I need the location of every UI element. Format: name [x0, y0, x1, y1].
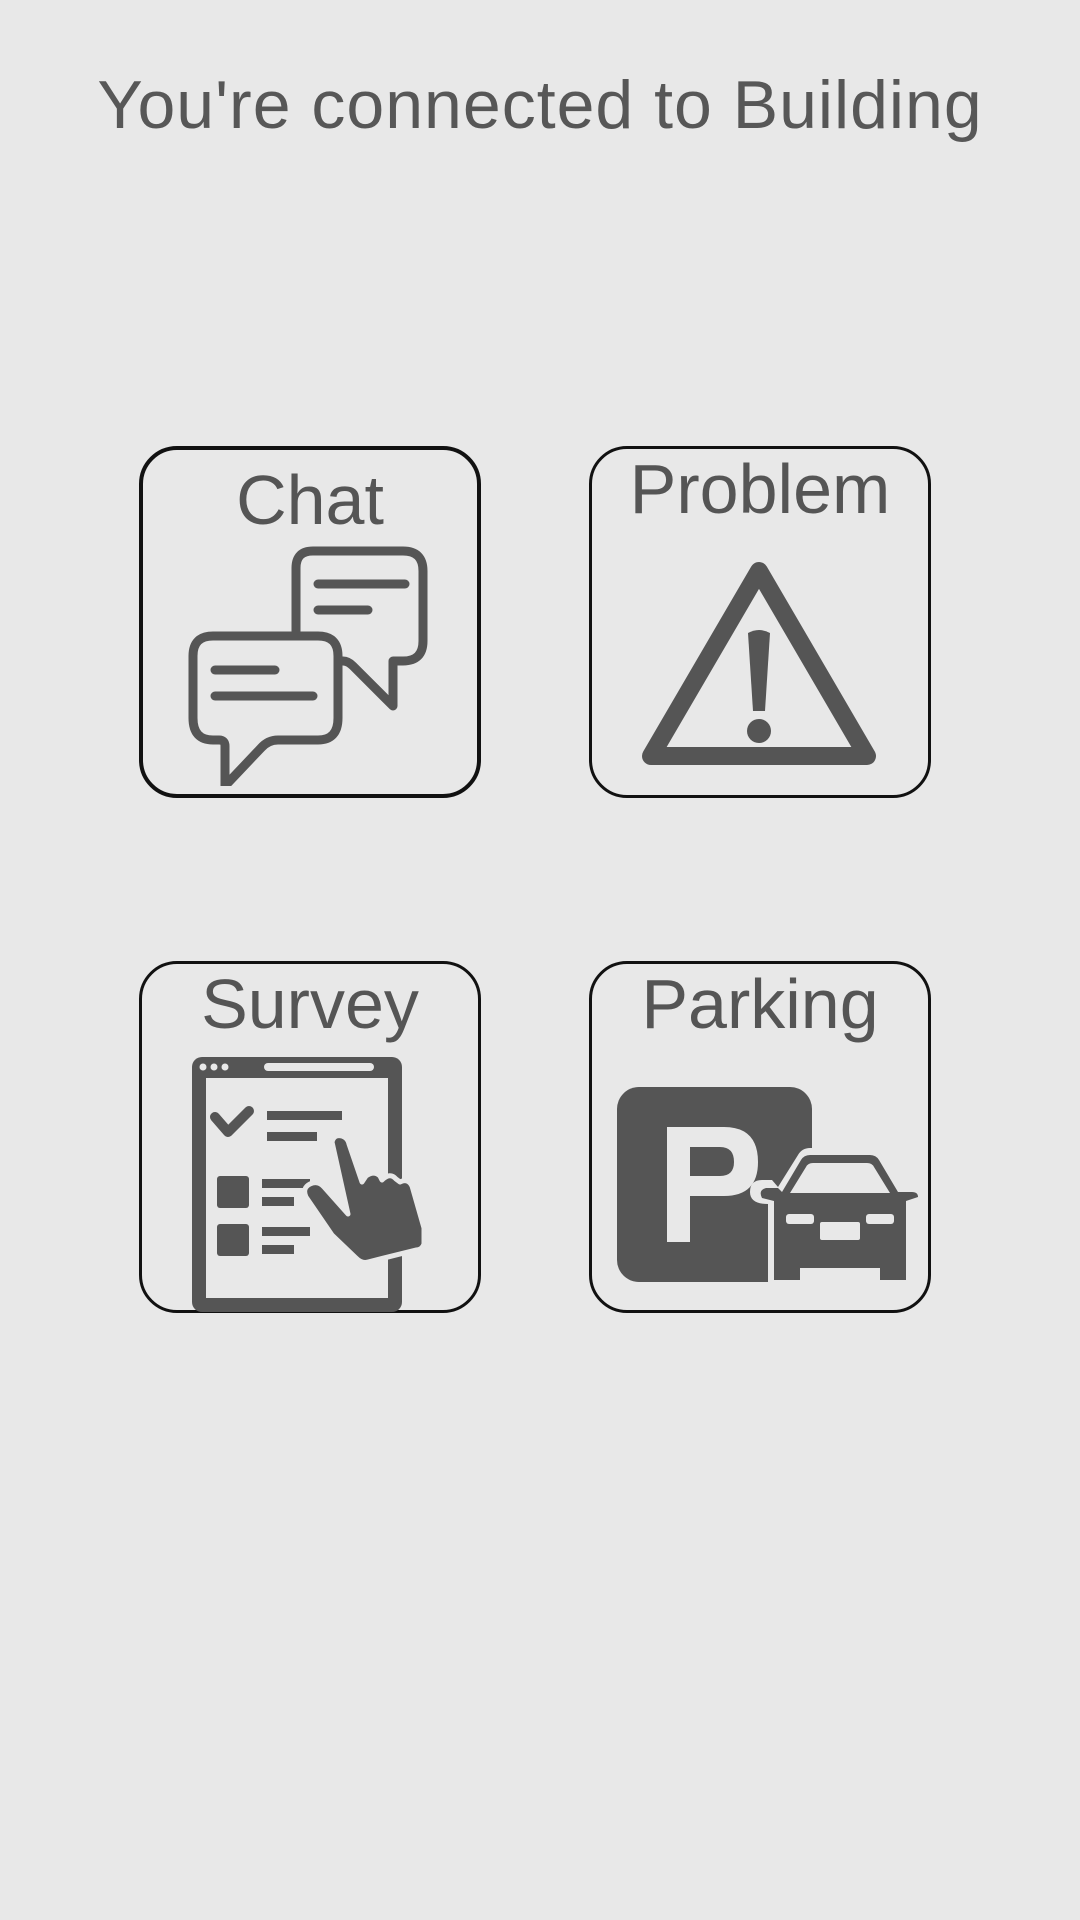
problem-button[interactable]: Problem [589, 446, 931, 798]
page-title: You're connected to Building [97, 67, 983, 143]
survey-label: Survey [201, 965, 419, 1043]
parking-button[interactable]: Parking [589, 961, 931, 1313]
chat-bubbles-icon [188, 546, 428, 786]
parking-label: Parking [641, 965, 879, 1043]
survey-button[interactable]: Survey [139, 961, 481, 1313]
problem-label: Problem [629, 450, 891, 528]
chat-button[interactable]: Chat [139, 446, 481, 798]
parking-car-icon [617, 1087, 924, 1287]
warning-icon [642, 562, 876, 765]
chat-label: Chat [236, 461, 384, 539]
survey-form-icon [192, 1057, 427, 1312]
